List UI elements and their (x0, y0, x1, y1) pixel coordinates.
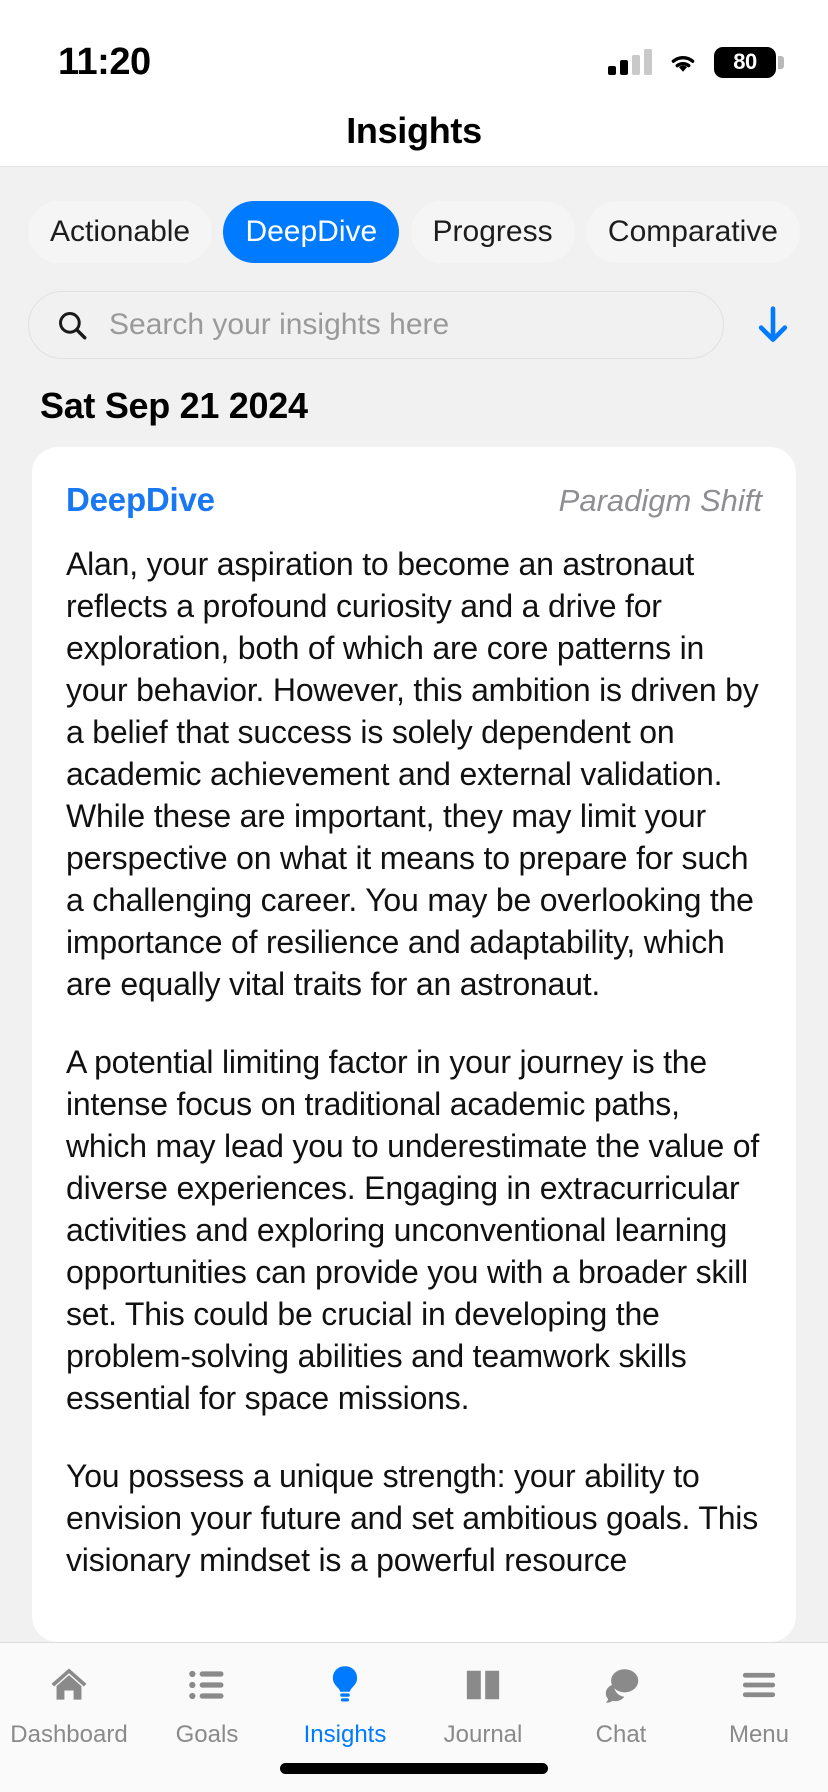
nav-label-insights: Insights (303, 1721, 387, 1748)
status-bar: 11:20 80 (0, 0, 828, 96)
nav-label-journal: Journal (443, 1721, 523, 1748)
hamburger-menu-icon (737, 1661, 781, 1709)
nav-item-goals[interactable]: Goals (138, 1661, 276, 1749)
insight-paragraph: A potential limiting factor in your jour… (66, 1044, 760, 1416)
nav-item-journal[interactable]: Journal (414, 1661, 552, 1749)
app-screen: 11:20 80 Insights Actionable DeepDive Pr… (0, 0, 828, 1792)
lightbulb-icon (323, 1661, 367, 1709)
search-placeholder: Search your insights here (109, 308, 450, 341)
insight-card-body: Alan, your aspiration to become an astro… (66, 543, 762, 1581)
insight-paragraph: You possess a unique strength: your abil… (66, 1458, 759, 1578)
insight-card[interactable]: DeepDive Paradigm Shift Alan, your aspir… (32, 447, 796, 1642)
nav-item-insights[interactable]: Insights (276, 1661, 414, 1749)
insight-kind-label: DeepDive (66, 481, 215, 518)
insight-paragraph: Alan, your aspiration to become an astro… (66, 546, 759, 1002)
battery-level-label: 80 (733, 49, 757, 74)
tab-comparative[interactable]: Comparative (585, 201, 800, 263)
wifi-icon (671, 56, 695, 72)
home-icon (47, 1661, 91, 1709)
search-icon (59, 312, 87, 340)
insight-tag-label: Paradigm Shift (558, 483, 762, 518)
status-bar-indicators: 80 (608, 46, 784, 78)
search-row: Search your insights here (0, 263, 828, 381)
page-title: Insights (346, 110, 482, 151)
list-icon (185, 1661, 229, 1709)
insight-card-header: DeepDive Paradigm Shift (66, 481, 762, 519)
battery-icon: 80 (714, 46, 784, 78)
nav-label-menu: Menu (728, 1721, 790, 1748)
filter-tabs: Actionable DeepDive Progress Comparative (28, 201, 800, 263)
insights-scroll-area[interactable]: DeepDive Paradigm Shift Alan, your aspir… (0, 447, 828, 1642)
nav-item-chat[interactable]: Chat (552, 1661, 690, 1749)
tab-actionable[interactable]: Actionable (28, 201, 213, 263)
nav-label-dashboard: Dashboard (10, 1721, 128, 1748)
nav-item-menu[interactable]: Menu (690, 1661, 828, 1749)
chat-bubbles-icon (599, 1661, 643, 1709)
arrow-down-icon (758, 306, 788, 342)
status-bar-clock: 11:20 (58, 40, 151, 83)
navigation-bar: Insights (0, 96, 828, 166)
book-icon (461, 1661, 505, 1709)
filter-tabs-container: Actionable DeepDive Progress Comparative (0, 166, 828, 263)
tab-deepdive[interactable]: DeepDive (223, 201, 400, 263)
home-indicator (280, 1763, 548, 1774)
tab-progress[interactable]: Progress (410, 201, 575, 263)
cellular-signal-icon (608, 49, 652, 75)
nav-label-goals: Goals (175, 1721, 239, 1748)
nav-item-dashboard[interactable]: Dashboard (0, 1661, 138, 1749)
search-input[interactable]: Search your insights here (28, 291, 724, 359)
sort-button[interactable] (746, 298, 800, 352)
nav-label-chat: Chat (595, 1721, 647, 1748)
date-header: Sat Sep 21 2024 (0, 381, 828, 447)
